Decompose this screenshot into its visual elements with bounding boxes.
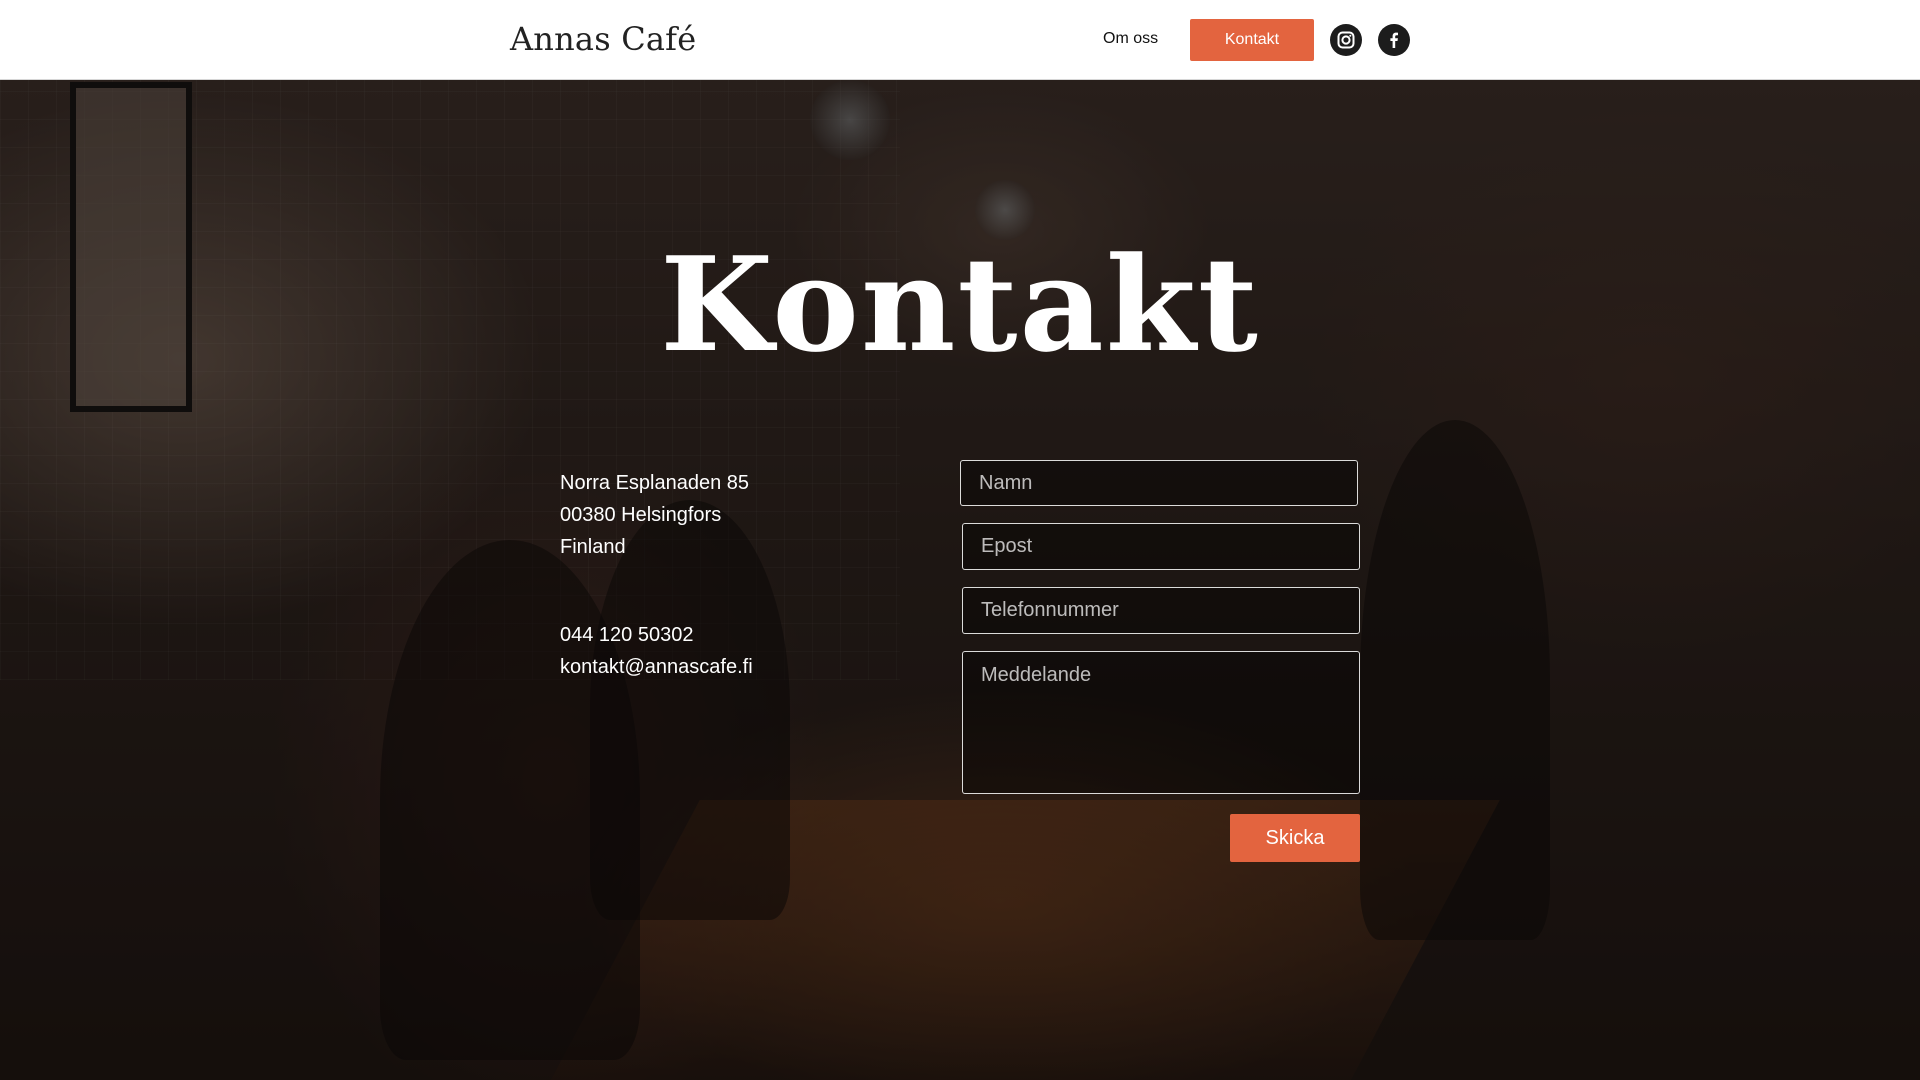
facebook-icon	[1390, 32, 1398, 48]
message-textarea[interactable]	[962, 651, 1360, 794]
page-title: Kontakt	[660, 228, 1260, 381]
address-block: Norra Esplanaden 85 00380 Helsingfors Fi…	[560, 467, 749, 563]
address-line: 00380 Helsingfors	[560, 504, 722, 526]
name-input[interactable]	[960, 460, 1358, 506]
facebook-link[interactable]	[1378, 24, 1410, 56]
phone-input[interactable]	[962, 587, 1360, 634]
instagram-icon	[1337, 31, 1355, 49]
address-line: Norra Esplanaden 85	[560, 472, 750, 494]
nav-link-about[interactable]: Om oss	[1103, 30, 1158, 48]
brand-logo-text[interactable]: Annas Café	[510, 20, 696, 58]
email-address[interactable]: kontakt@annascafe.fi	[560, 651, 753, 683]
contact-details: 044 120 50302 kontakt@annascafe.fi	[560, 619, 753, 683]
nav-button-contact[interactable]: Kontakt	[1190, 19, 1314, 61]
instagram-link[interactable]	[1330, 24, 1362, 56]
email-input[interactable]	[962, 523, 1360, 570]
site-header: Annas Café Om oss Kontakt	[0, 0, 1920, 80]
address-line: Finland	[560, 536, 626, 558]
submit-button[interactable]: Skicka	[1230, 814, 1360, 862]
phone-number[interactable]: 044 120 50302	[560, 619, 753, 651]
